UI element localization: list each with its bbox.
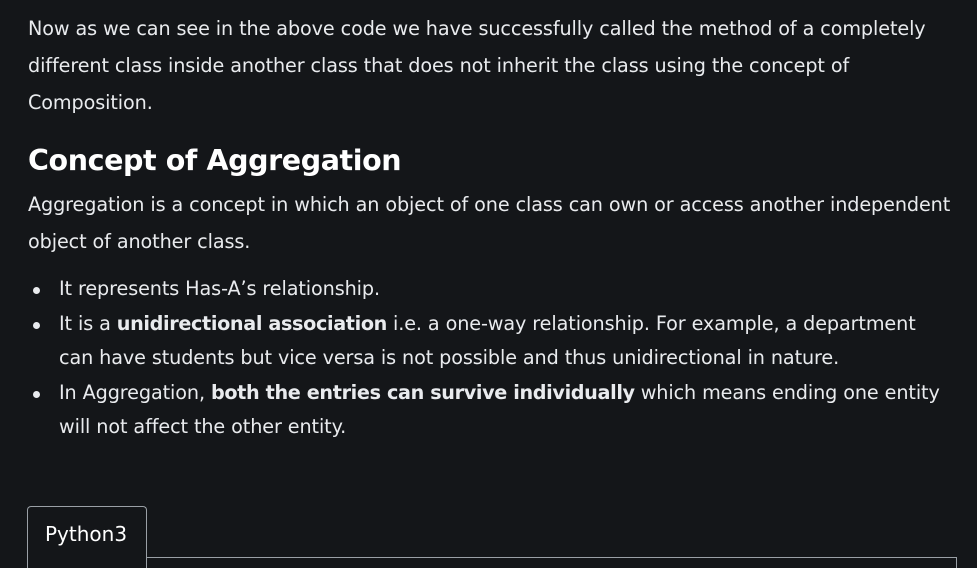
bullet-dot-icon: [33, 321, 40, 329]
code-panel-border: [27, 557, 957, 568]
bullet-dot-icon: [33, 287, 40, 294]
bullet-bold-text: both the entries can survive individuall…: [210, 380, 635, 404]
bullet-bold-text: unidirectional association: [116, 311, 388, 335]
section-heading: Concept of Aggregation: [28, 144, 402, 177]
tab-label: Python3: [45, 522, 128, 546]
bullet-text: It represents Has-A’s relationship.: [59, 277, 380, 300]
list-item: In Aggregation, both the entries can sur…: [33, 376, 949, 445]
bullet-text: It is a: [59, 311, 117, 335]
bullet-text: In Aggregation,: [59, 380, 211, 404]
list-item: It is a unidirectional association i.e. …: [33, 307, 949, 376]
article-content: Now as we can see in the above code we h…: [0, 0, 977, 568]
definition-paragraph: Aggregation is a concept in which an obj…: [28, 193, 951, 253]
tab-python3[interactable]: Python3: [27, 506, 147, 568]
bullet-list: It represents Has-A’s relationship. It i…: [33, 272, 949, 445]
intro-paragraph: Now as we can see in the above code we h…: [28, 17, 926, 114]
bullet-dot-icon: [33, 390, 40, 398]
list-item: It represents Has-A’s relationship.: [33, 272, 949, 307]
